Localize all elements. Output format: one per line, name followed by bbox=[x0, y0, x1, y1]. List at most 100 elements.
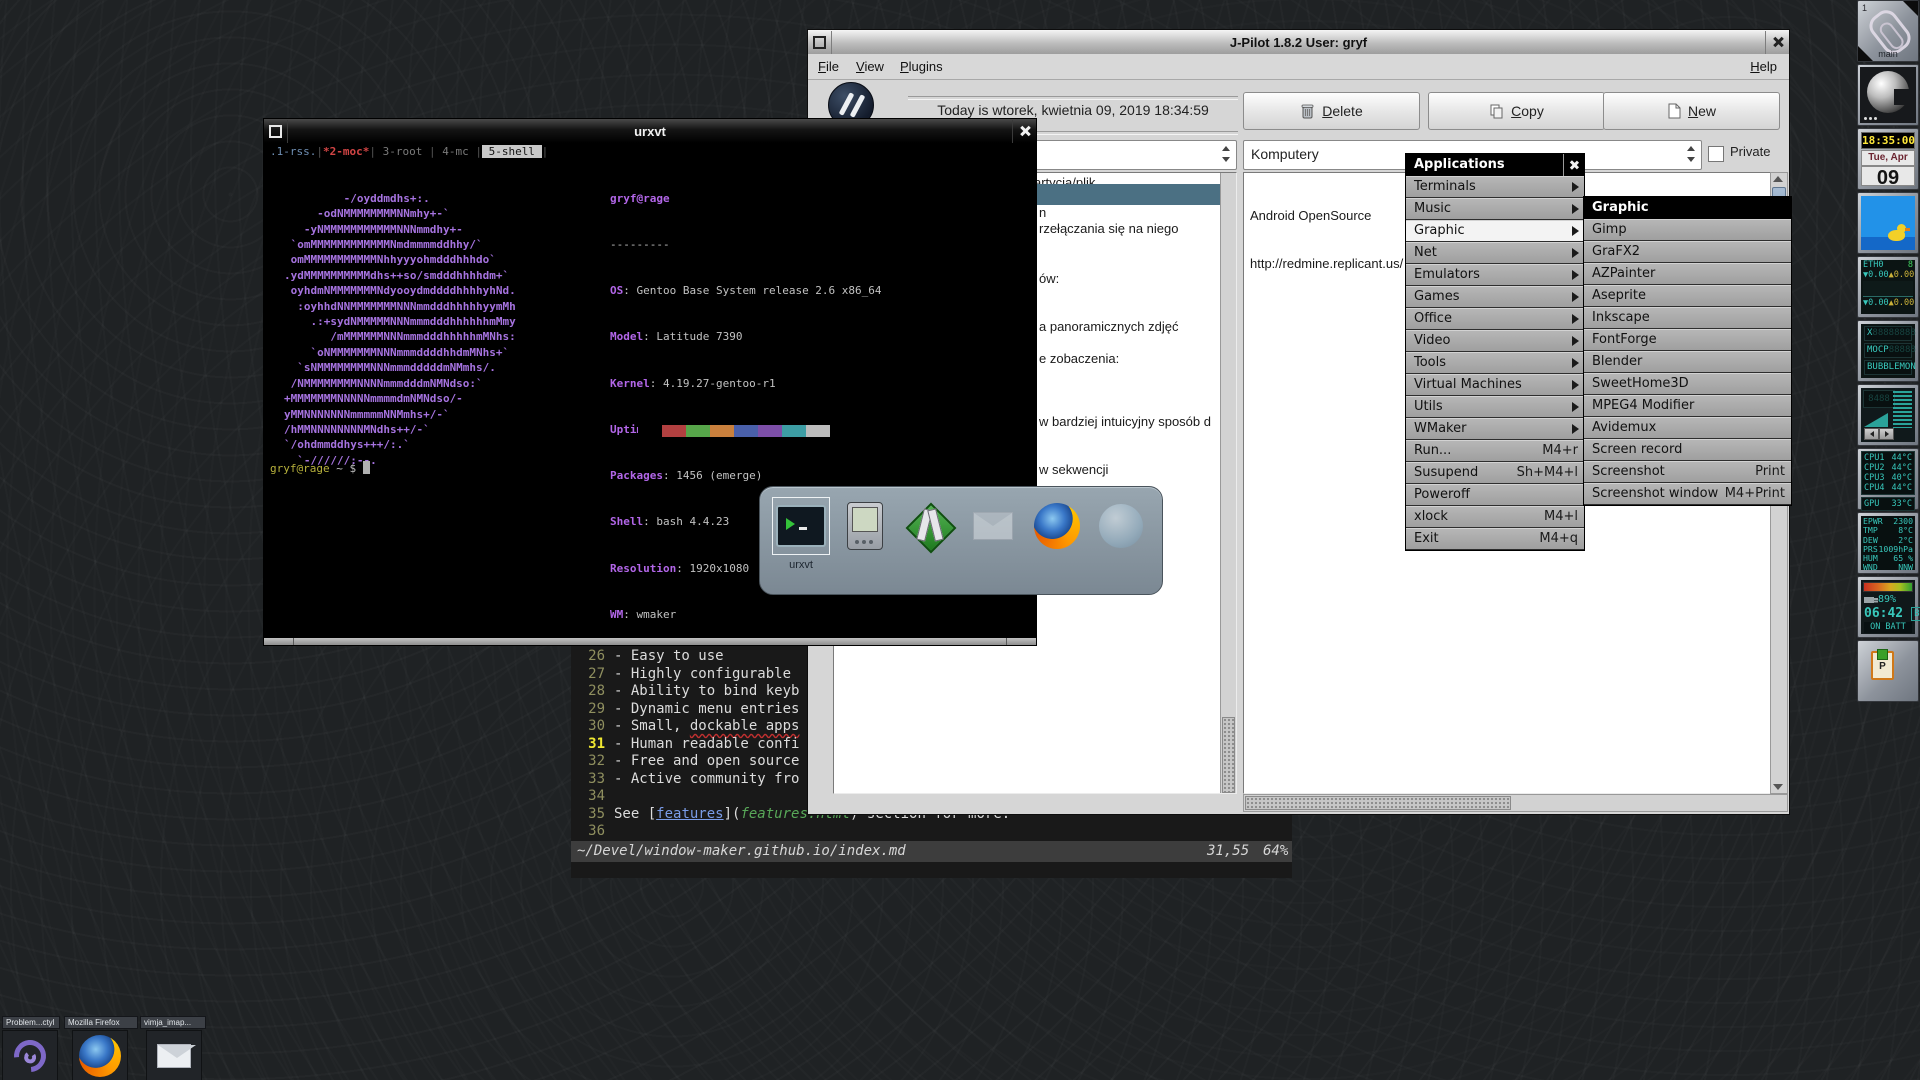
launcher-jpilot[interactable] bbox=[837, 498, 893, 554]
menu-item-poweroff[interactable]: Poweroff bbox=[1406, 484, 1584, 506]
jpilot-window-title: J-Pilot 1.8.2 User: gryf bbox=[832, 35, 1765, 50]
dock-battery[interactable]: 89% 06:42B ON BATT bbox=[1857, 576, 1919, 638]
list-vscrollbar[interactable] bbox=[1220, 173, 1236, 793]
miniaturize-button[interactable] bbox=[808, 31, 832, 54]
tab-mc[interactable]: 4-mc bbox=[436, 145, 476, 158]
clip-next-icon[interactable] bbox=[1903, 1, 1918, 16]
menu-item-run[interactable]: Run...M4+r bbox=[1406, 440, 1584, 462]
menu-item-terminals[interactable]: Terminals bbox=[1406, 176, 1584, 198]
tab-shell-active[interactable]: 5-shell bbox=[482, 145, 542, 158]
close-button[interactable] bbox=[1765, 31, 1789, 54]
menu-item-graphic[interactable]: Graphic bbox=[1406, 220, 1584, 242]
menu-item-fontforge[interactable]: FontForge bbox=[1584, 329, 1791, 351]
palette-swatch bbox=[734, 425, 758, 437]
menu-item-net[interactable]: Net bbox=[1406, 242, 1584, 264]
dock-mixer[interactable]: 8488 bbox=[1857, 384, 1919, 446]
combo-arrows-icon[interactable] bbox=[1684, 145, 1698, 163]
miniwindow-title-problem[interactable]: Problem...ctyl bbox=[2, 1016, 60, 1029]
menu-item-exit[interactable]: ExitM4+q bbox=[1406, 528, 1584, 550]
menu-item-utils[interactable]: Utils bbox=[1406, 396, 1584, 418]
menu-item-tools[interactable]: Tools bbox=[1406, 352, 1584, 374]
launcher-gvim[interactable] bbox=[901, 498, 957, 554]
wmaker-dock: 1 main 18:35:00 Tue, Apr 09 ETH08 ▼0.00▲… bbox=[1856, 0, 1920, 704]
menu-item-wmaker[interactable]: WMaker bbox=[1406, 418, 1584, 440]
miniwindow-title-firefox[interactable]: Mozilla Firefox bbox=[64, 1016, 138, 1029]
launcher-mail-disabled[interactable] bbox=[965, 498, 1021, 554]
launcher-browser-disabled[interactable] bbox=[1093, 498, 1149, 554]
miniwindow-firefox[interactable] bbox=[72, 1030, 128, 1080]
submenu-arrow-icon bbox=[1572, 336, 1579, 346]
menu-item-mpeg4-modifier[interactable]: MPEG4 Modifier bbox=[1584, 395, 1791, 417]
menu-item-emulators[interactable]: Emulators bbox=[1406, 264, 1584, 286]
menu-plugins[interactable]: Plugins bbox=[900, 54, 943, 79]
palette-swatch bbox=[782, 425, 806, 437]
launcher-firefox[interactable] bbox=[1029, 498, 1085, 554]
dock-sphere-app[interactable] bbox=[1857, 64, 1919, 126]
dock-clipboard[interactable]: P bbox=[1857, 640, 1919, 702]
dock-calclock[interactable]: 18:35:00 Tue, Apr 09 bbox=[1857, 128, 1919, 190]
menu-item-inkscape[interactable]: Inkscape bbox=[1584, 307, 1791, 329]
menu-item-screen-record[interactable]: Screen record bbox=[1584, 439, 1791, 461]
menu-item-virtual-machines[interactable]: Virtual Machines bbox=[1406, 374, 1584, 396]
menu-item-games[interactable]: Games bbox=[1406, 286, 1584, 308]
net-iface: ETH0 bbox=[1863, 260, 1883, 270]
menu-item-xlock[interactable]: xlockM4+l bbox=[1406, 506, 1584, 528]
menu-file[interactable]: File bbox=[818, 54, 839, 79]
combo-arrows-icon[interactable] bbox=[1219, 145, 1233, 163]
copy-button[interactable]: Copy bbox=[1428, 92, 1605, 130]
dock-clip[interactable]: 1 main bbox=[1857, 0, 1919, 62]
miniwindow-mail[interactable] bbox=[146, 1030, 202, 1080]
editor-hscrollbar[interactable] bbox=[1243, 794, 1788, 812]
scroll-up-icon[interactable] bbox=[1773, 176, 1783, 182]
private-checkbox[interactable] bbox=[1708, 146, 1724, 162]
menu-item-office[interactable]: Office bbox=[1406, 308, 1584, 330]
close-button[interactable] bbox=[1012, 120, 1036, 143]
launcher-urxvt[interactable] bbox=[773, 498, 829, 554]
menu-item-avidemux[interactable]: Avidemux bbox=[1584, 417, 1791, 439]
tab-rss[interactable]: .1-rss. bbox=[270, 145, 316, 158]
scroll-down-icon[interactable] bbox=[1773, 784, 1783, 790]
menu-item-video[interactable]: Video bbox=[1406, 330, 1584, 352]
scrollbar-thumb[interactable] bbox=[1222, 717, 1235, 793]
dock-weather[interactable]: EPWR2300 TMP8°C DEW2°C PRS1009hPa HUM65 … bbox=[1857, 512, 1919, 574]
volume-wedge[interactable] bbox=[1864, 413, 1888, 427]
next-button[interactable] bbox=[1879, 428, 1894, 440]
submenu-arrow-icon bbox=[1572, 292, 1579, 302]
tab-root[interactable]: 3-root bbox=[376, 145, 429, 158]
menu-view[interactable]: View bbox=[856, 54, 884, 79]
menu-item-aseprite[interactable]: Aseprite bbox=[1584, 285, 1791, 307]
new-button[interactable]: New bbox=[1603, 92, 1780, 130]
menu-item-azpainter[interactable]: AZPainter bbox=[1584, 263, 1791, 285]
menu-item-music[interactable]: Music bbox=[1406, 198, 1584, 220]
dock-duck-pond[interactable] bbox=[1857, 192, 1919, 254]
miniaturize-button[interactable] bbox=[264, 120, 288, 143]
menu-item-blender[interactable]: Blender bbox=[1584, 351, 1791, 373]
prev-button[interactable] bbox=[1864, 428, 1879, 440]
menu-help[interactable]: Help bbox=[1750, 54, 1777, 79]
clipboard-icon: P bbox=[1871, 651, 1894, 680]
urxvt-titlebar[interactable]: urxvt bbox=[264, 119, 1036, 143]
jpilot-menubar: File View Plugins Help bbox=[808, 54, 1789, 80]
scrollbar-thumb[interactable] bbox=[1245, 796, 1511, 810]
tab-moc[interactable]: *2-moc* bbox=[323, 145, 369, 158]
menu-item-gimp[interactable]: Gimp bbox=[1584, 219, 1791, 241]
miniwindow-urxvt[interactable] bbox=[2, 1030, 58, 1080]
jpilot-titlebar[interactable]: J-Pilot 1.8.2 User: gryf bbox=[808, 30, 1789, 55]
resize-bar[interactable] bbox=[264, 637, 1036, 645]
dock-temp-monitor[interactable]: CPU144°C CPU244°C CPU340°C CPU444°C GPU3… bbox=[1857, 448, 1919, 510]
miniwindow-title-vim-mail[interactable]: vimja_imap... bbox=[140, 1016, 206, 1029]
dock-net-monitor[interactable]: ETH08 ▼0.00▲0.00 ▼0.00▲0.00 bbox=[1857, 256, 1919, 318]
menu-title[interactable]: Graphic bbox=[1584, 197, 1791, 219]
shell-prompt[interactable]: gryf@rage ~ $ bbox=[270, 461, 370, 476]
globe-icon bbox=[1099, 504, 1143, 548]
menu-item-screenshot-window[interactable]: Screenshot windowM4+Print bbox=[1584, 483, 1791, 505]
dock-lcd-monitors[interactable]: X88888888 MOCP88888 BUBBLEMON bbox=[1857, 320, 1919, 382]
menu-item-grafx2[interactable]: GraFX2 bbox=[1584, 241, 1791, 263]
menu-item-sweethome3d[interactable]: SweetHome3D bbox=[1584, 373, 1791, 395]
menu-title[interactable]: Applications bbox=[1406, 154, 1584, 176]
memo-text-line: http://redmine.replicant.us/ bbox=[1250, 256, 1403, 272]
menu-item-screenshot[interactable]: ScreenshotPrint bbox=[1584, 461, 1791, 483]
menu-item-suspend[interactable]: SusupendSh+M4+l bbox=[1406, 462, 1584, 484]
delete-button[interactable]: Delete bbox=[1243, 92, 1420, 130]
menu-close-button[interactable] bbox=[1563, 154, 1584, 176]
